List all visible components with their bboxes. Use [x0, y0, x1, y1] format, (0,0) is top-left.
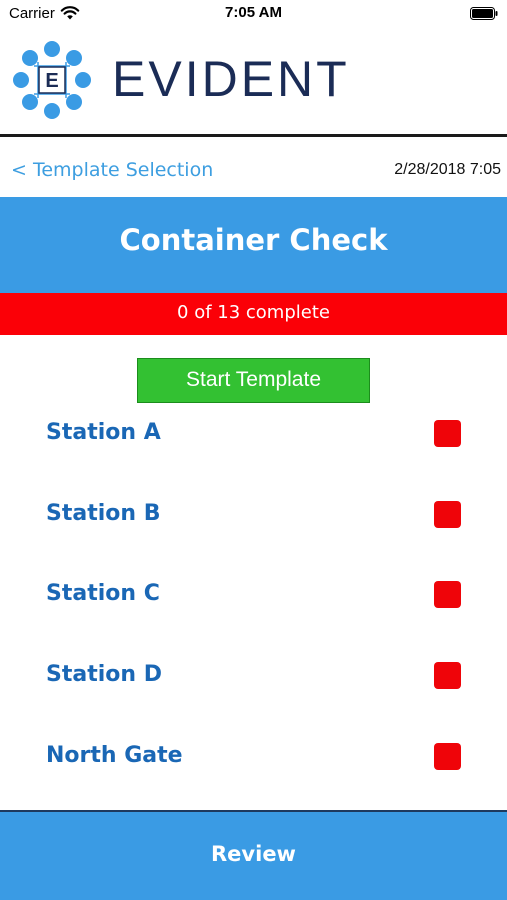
evident-logo-icon: E [13, 41, 91, 119]
start-template-button[interactable]: Start Template [137, 358, 370, 403]
clock: 7:05 AM [225, 4, 282, 21]
back-to-template-selection-link[interactable]: < Template Selection [11, 159, 213, 181]
incomplete-status-indicator [434, 420, 461, 447]
incomplete-status-indicator [434, 662, 461, 689]
template-title: Container Check [119, 223, 388, 257]
datetime-label: 2/28/2018 7:05 [394, 161, 501, 178]
station-label: Station B [46, 501, 161, 526]
station-label: Station C [46, 581, 160, 606]
station-row[interactable]: Station B [0, 487, 507, 543]
logo-letter: E [45, 70, 58, 92]
station-row[interactable]: Station C [0, 567, 507, 623]
status-bar: Carrier 7:05 AM [0, 0, 507, 26]
template-title-band: Container Check [0, 197, 507, 293]
brand-name: EVIDENT [112, 51, 350, 107]
station-label: Station A [46, 420, 161, 445]
progress-text: 0 of 13 complete [177, 302, 330, 323]
incomplete-status-indicator [434, 743, 461, 770]
nav-row: < Template Selection 2/28/2018 7:05 [0, 137, 507, 197]
station-row[interactable]: Station A [0, 406, 507, 462]
incomplete-status-indicator [434, 501, 461, 528]
review-button[interactable]: Review [0, 810, 507, 900]
station-label: Station D [46, 662, 162, 687]
station-label: North Gate [46, 743, 183, 768]
progress-banner: 0 of 13 complete [0, 293, 507, 335]
battery-icon [470, 7, 498, 20]
station-row[interactable]: Station D [0, 648, 507, 704]
incomplete-status-indicator [434, 581, 461, 608]
review-label: Review [211, 842, 296, 866]
station-row[interactable]: North Gate [0, 729, 507, 785]
logo-header: E EVIDENT [0, 26, 507, 134]
